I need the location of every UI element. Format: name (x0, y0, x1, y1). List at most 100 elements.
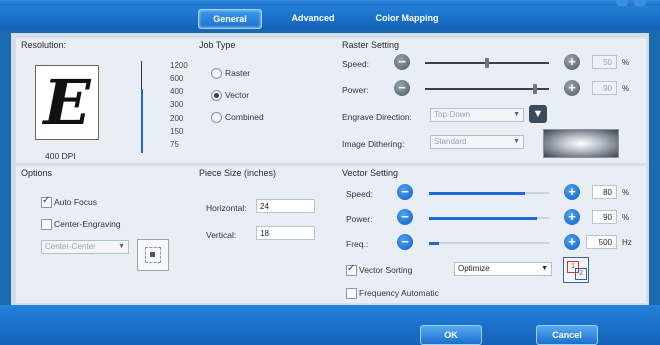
chevron-down-icon: ▼ (118, 243, 125, 250)
center-position-value: Center-Center (45, 242, 96, 251)
radio-vector-label: Vector (225, 90, 250, 100)
raster-speed-minus-icon[interactable]: − (394, 54, 410, 70)
raster-setting-panel: Raster Setting Speed: − + 50 % Power: − … (337, 38, 646, 163)
tick-150: 150 (170, 127, 184, 136)
tab-general[interactable]: General (198, 9, 262, 29)
auto-focus-label: Auto Focus (54, 197, 97, 207)
vector-sorting-label: Vector Sorting (359, 265, 413, 275)
job-type-panel: Job Type Raster Vector Combined (194, 38, 337, 163)
options-title: Options (21, 168, 53, 178)
chevron-down-icon: ▼ (513, 138, 520, 145)
vector-power-minus-icon[interactable]: − (397, 209, 413, 225)
radio-combined[interactable] (211, 112, 222, 123)
radio-vector[interactable] (211, 90, 222, 101)
raster-power-unit: % (622, 84, 630, 93)
raster-power-minus-icon[interactable]: − (394, 80, 410, 96)
vector-power-level (429, 217, 537, 220)
tick-200: 200 (170, 114, 184, 123)
raster-speed-unit: % (622, 58, 630, 67)
frequency-automatic-label: Frequency Automatic (359, 288, 439, 298)
vector-speed-slider[interactable] (429, 192, 549, 195)
tab-color-mapping[interactable]: Color Mapping (362, 9, 452, 27)
vertical-input[interactable]: 18 (256, 226, 315, 240)
dpi-label: 400 DPI (45, 151, 76, 161)
vector-speed-unit: % (622, 188, 630, 197)
vector-freq-level (429, 242, 439, 245)
tab-bar: General Advanced Color Mapping (0, 6, 660, 30)
raster-speed-slider[interactable] (425, 58, 549, 68)
raster-power-value[interactable]: 90 (592, 81, 617, 95)
options-panel: Options Auto Focus Center-Engraving Cent… (16, 166, 194, 303)
resolution-preview: E (35, 65, 99, 140)
chevron-down-icon: ▼ (541, 265, 548, 272)
vector-power-unit: % (622, 213, 630, 222)
center-position-icon[interactable] (137, 239, 169, 271)
radio-raster-label: Raster (225, 68, 251, 78)
center-position-select[interactable]: Center-Center ▼ (41, 240, 129, 254)
engrave-direction-value: Top-Down (434, 110, 471, 119)
vector-sorting-checkbox[interactable] (346, 263, 357, 276)
raster-power-thumb[interactable] (533, 84, 537, 94)
resolution-slider-level (141, 88, 143, 153)
tick-400: 400 (170, 87, 184, 96)
image-dithering-value: Standard (434, 137, 467, 146)
image-dithering-label: Image Dithering: (342, 139, 405, 149)
tick-300: 300 (170, 100, 184, 109)
tab-advanced[interactable]: Advanced (278, 9, 348, 27)
vector-power-value[interactable]: 90 (592, 210, 617, 224)
vector-freq-value[interactable]: 500 (586, 235, 617, 249)
raster-speed-label: Speed: (342, 59, 369, 69)
resolution-panel: Resolution: E 400 DPI 1200 600 400 300 2… (16, 38, 194, 163)
job-type-title: Job Type (199, 40, 236, 50)
radio-raster[interactable] (211, 68, 222, 79)
tick-75: 75 (170, 140, 179, 149)
tick-600: 600 (170, 74, 184, 83)
vector-speed-minus-icon[interactable]: − (397, 184, 413, 200)
vector-speed-label: Speed: (346, 189, 373, 199)
resolution-title: Resolution: (21, 40, 67, 50)
vector-sorting-select[interactable]: Optimize ▼ (454, 262, 552, 276)
raster-speed-thumb[interactable] (485, 58, 489, 68)
cancel-button[interactable]: Cancel (536, 325, 598, 345)
vertical-label: Vertical: (206, 230, 237, 240)
vector-setting-title: Vector Setting (342, 168, 399, 178)
vector-power-label: Power: (346, 214, 373, 224)
raster-power-label: Power: (342, 85, 369, 95)
frequency-automatic-checkbox[interactable] (346, 288, 357, 299)
raster-power-slider[interactable] (425, 84, 549, 94)
vector-freq-slider[interactable] (429, 242, 549, 245)
engrave-direction-select[interactable]: Top-Down ▼ (430, 108, 524, 122)
settings-content: Resolution: E 400 DPI 1200 600 400 300 2… (11, 33, 649, 305)
horizontal-label: Horizontal: (206, 203, 247, 213)
raster-setting-title: Raster Setting (342, 40, 400, 50)
preview-letter: E (43, 66, 91, 139)
vector-speed-level (429, 192, 525, 195)
raster-speed-value[interactable]: 50 (592, 55, 617, 69)
dither-pattern-preview (543, 129, 619, 158)
vector-freq-minus-icon[interactable]: − (397, 234, 413, 250)
vector-freq-plus-icon[interactable]: + (564, 234, 580, 250)
center-engraving-label: Center-Engraving (54, 219, 121, 229)
chevron-down-icon: ▼ (513, 111, 520, 118)
center-engraving-checkbox[interactable] (41, 219, 52, 230)
sorting-order-icon[interactable]: 1 2 (563, 257, 589, 283)
auto-focus-checkbox[interactable] (41, 195, 52, 208)
tick-1200: 1200 (170, 61, 188, 70)
vector-sorting-value: Optimize (458, 264, 490, 273)
raster-speed-plus-icon[interactable]: + (564, 54, 580, 70)
vector-power-slider[interactable] (429, 217, 549, 220)
vector-speed-value[interactable]: 80 (592, 185, 617, 199)
vector-freq-label: Freq.: (346, 239, 369, 249)
ok-button[interactable]: OK (420, 325, 482, 345)
radio-combined-label: Combined (225, 112, 264, 122)
direction-arrow-icon[interactable]: ▼ (529, 105, 547, 123)
bottom-bar: OK Cancel (0, 305, 660, 345)
vector-speed-plus-icon[interactable]: + (564, 184, 580, 200)
vector-freq-unit: Hz (622, 238, 632, 247)
vector-power-plus-icon[interactable]: + (564, 209, 580, 225)
vector-setting-panel: Vector Setting Speed: − + 80 % Power: − … (337, 166, 646, 303)
horizontal-input[interactable]: 24 (256, 199, 315, 213)
raster-power-plus-icon[interactable]: + (564, 80, 580, 96)
piece-size-title: Piece Size (inches) (199, 168, 277, 178)
image-dithering-select[interactable]: Standard ▼ (430, 135, 524, 149)
